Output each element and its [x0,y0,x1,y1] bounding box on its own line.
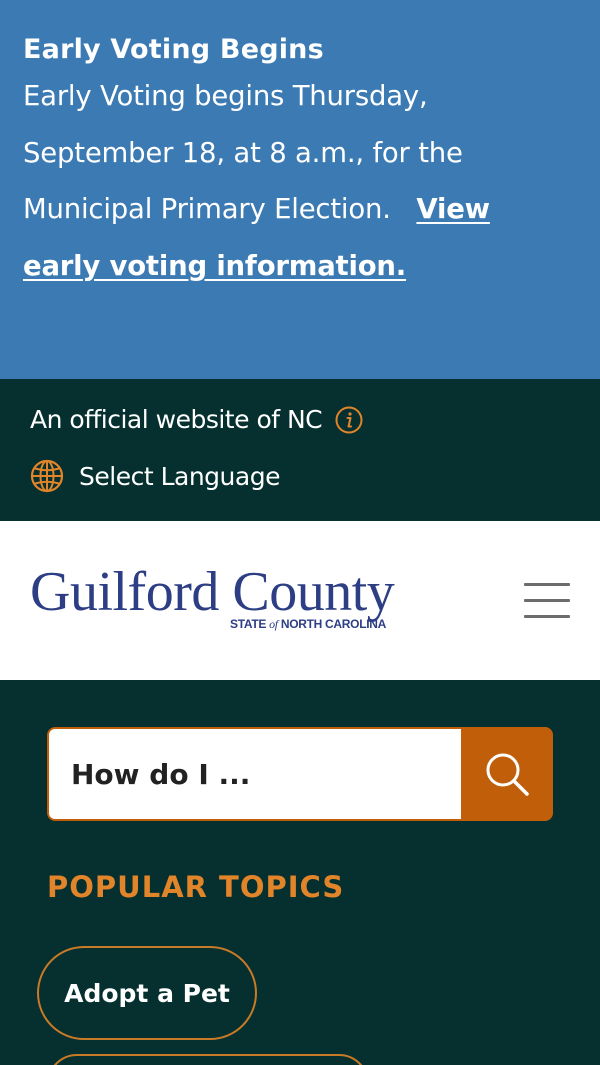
select-language-button[interactable]: Select Language [30,459,280,493]
hamburger-menu-icon[interactable] [524,581,570,619]
topic-pill-partial[interactable] [47,1054,369,1065]
alert-banner: Early Voting Begins Early Voting begins … [0,0,600,379]
official-website-bar: An official website of NC Select Languag… [0,379,600,521]
search-icon [482,749,532,799]
search-form [47,727,553,821]
search-button[interactable] [461,727,553,821]
official-website-text: An official website of NC [30,405,323,434]
official-website-notice: An official website of NC [30,405,363,434]
topic-adopt-a-pet[interactable]: Adopt a Pet [37,946,257,1040]
guilford-county-logo[interactable]: Guilford County STATE of NORTH CAROLINA [30,563,455,638]
globe-icon [30,459,64,493]
info-icon[interactable] [335,406,363,434]
alert-line-2: September 18, at 8 a.m., for the [23,136,463,169]
alert-line-1: Early Voting begins Thursday, [23,80,428,112]
site-header: Guilford County STATE of NORTH CAROLINA [0,521,600,680]
alert-body: Early Voting begins Thursday, September … [23,68,577,294]
alert-line-3: Municipal Primary Election. [23,193,391,225]
select-language-label: Select Language [79,461,280,491]
logo-subtitle: STATE of NORTH CAROLINA [230,617,386,631]
logo-wordmark: Guilford County [30,561,395,623]
alert-title: Early Voting Begins [23,34,324,65]
search-input[interactable] [47,727,461,821]
main-content: POPULAR TOPICS Adopt a Pet [0,680,600,1065]
popular-topics-heading: POPULAR TOPICS [47,870,345,904]
